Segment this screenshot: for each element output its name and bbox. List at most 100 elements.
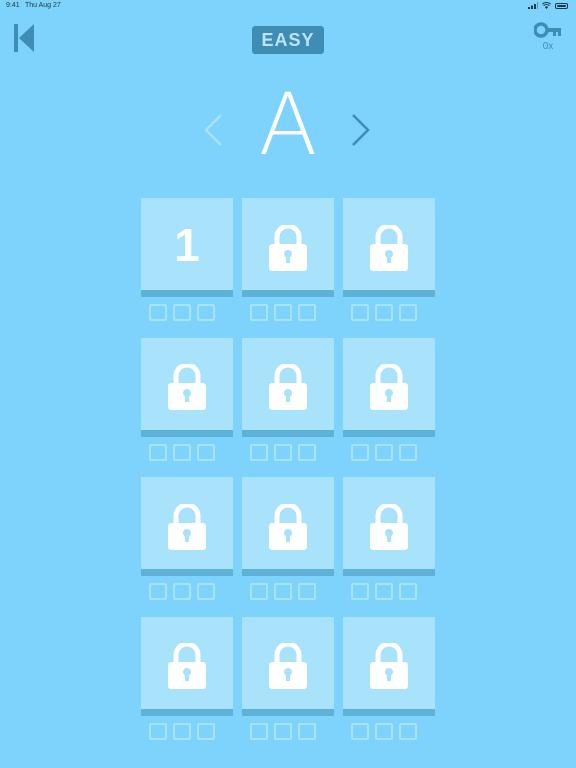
star-slots	[351, 722, 417, 740]
star-slot-empty	[375, 443, 393, 461]
padlock-icon	[370, 643, 408, 689]
padlock-icon	[168, 364, 206, 410]
locked-level-tile[interactable]	[242, 198, 334, 297]
star-slot-empty	[250, 722, 268, 740]
star-slot-empty	[375, 583, 393, 600]
star-slot-empty	[274, 583, 292, 600]
cellular-signal-icon	[528, 2, 538, 9]
difficulty-button[interactable]: EASY	[252, 26, 324, 54]
star-slot-empty	[351, 722, 369, 740]
star-slot-empty	[149, 443, 167, 461]
star-slot-empty	[173, 304, 191, 321]
star-slot-empty	[149, 304, 167, 321]
star-slot-empty	[399, 583, 417, 600]
star-slots	[250, 304, 316, 321]
star-slots	[149, 443, 215, 461]
locked-level-tile[interactable]	[343, 616, 435, 716]
star-slot-empty	[274, 722, 292, 740]
locked-level-tile[interactable]	[141, 337, 233, 437]
star-slots	[250, 722, 316, 740]
star-slot-empty	[298, 583, 316, 600]
star-slot-empty	[197, 722, 215, 740]
level-cell	[141, 477, 233, 617]
star-slots	[351, 583, 417, 600]
locked-level-tile[interactable]	[242, 616, 334, 716]
star-slot-empty	[351, 583, 369, 600]
star-slots	[250, 583, 316, 600]
star-slot-empty	[351, 443, 369, 461]
padlock-icon	[168, 643, 206, 689]
locked-level-tile[interactable]	[343, 477, 435, 576]
status-icons	[528, 2, 568, 9]
star-slot-empty	[298, 443, 316, 461]
keys-count: 0x	[542, 41, 554, 52]
star-slot-empty	[250, 583, 268, 600]
level-grid: 1	[141, 198, 435, 756]
star-slot-empty	[149, 583, 167, 600]
padlock-icon	[370, 364, 408, 410]
level-cell	[343, 616, 435, 757]
level-cell	[242, 198, 334, 338]
star-slot-empty	[197, 304, 215, 321]
level-cell	[343, 477, 435, 617]
next-world-button[interactable]	[350, 112, 372, 148]
level-cell	[242, 337, 334, 478]
star-slot-empty	[375, 722, 393, 740]
status-date: Thu Aug 27	[25, 2, 61, 9]
locked-level-tile[interactable]	[242, 337, 334, 437]
padlock-icon	[269, 503, 307, 550]
padlock-icon	[370, 503, 408, 550]
level-tile[interactable]: 1	[141, 198, 233, 297]
key-icon	[533, 22, 561, 38]
star-slot-empty	[399, 443, 417, 461]
level-cell	[141, 616, 233, 757]
padlock-icon	[269, 643, 307, 689]
level-cell	[242, 477, 334, 617]
level-cell	[242, 616, 334, 757]
locked-level-tile[interactable]	[343, 198, 435, 297]
star-slot-empty	[298, 304, 316, 321]
padlock-icon	[370, 224, 408, 271]
star-slots	[149, 583, 215, 600]
world-letter: A	[258, 75, 318, 175]
level-cell	[141, 337, 233, 478]
star-slot-empty	[173, 722, 191, 740]
status-bar: 9:41 Thu Aug 27	[0, 0, 576, 12]
star-slot-empty	[173, 443, 191, 461]
star-slot-empty	[375, 304, 393, 321]
star-slot-empty	[149, 722, 167, 740]
star-slots	[149, 722, 215, 740]
star-slot-empty	[399, 722, 417, 740]
chevron-right-icon	[352, 114, 370, 146]
star-slot-empty	[250, 304, 268, 321]
wifi-icon	[542, 2, 551, 9]
star-slot-empty	[274, 443, 292, 461]
star-slot-empty	[274, 304, 292, 321]
back-button[interactable]	[14, 24, 36, 52]
star-slots	[250, 443, 316, 461]
star-slot-empty	[250, 443, 268, 461]
locked-level-tile[interactable]	[242, 477, 334, 576]
padlock-icon	[168, 503, 206, 550]
star-slot-empty	[197, 443, 215, 461]
star-slot-empty	[197, 583, 215, 600]
locked-level-tile[interactable]	[141, 477, 233, 576]
status-time: 9:41	[6, 2, 20, 9]
chevron-left-icon	[204, 114, 222, 146]
padlock-icon	[269, 364, 307, 410]
padlock-icon	[269, 224, 307, 271]
keys-counter: 0x	[530, 22, 566, 56]
level-cell: 1	[141, 198, 233, 338]
locked-level-tile[interactable]	[141, 616, 233, 716]
level-number: 1	[174, 218, 200, 271]
star-slot-empty	[399, 304, 417, 321]
level-cell	[343, 337, 435, 478]
battery-icon	[555, 2, 568, 9]
star-slots	[351, 443, 417, 461]
previous-world-button[interactable]	[202, 112, 224, 148]
back-triangle-icon	[14, 24, 34, 52]
star-slot-empty	[351, 304, 369, 321]
star-slot-empty	[298, 722, 316, 740]
locked-level-tile[interactable]	[343, 337, 435, 437]
star-slot-empty	[173, 583, 191, 600]
